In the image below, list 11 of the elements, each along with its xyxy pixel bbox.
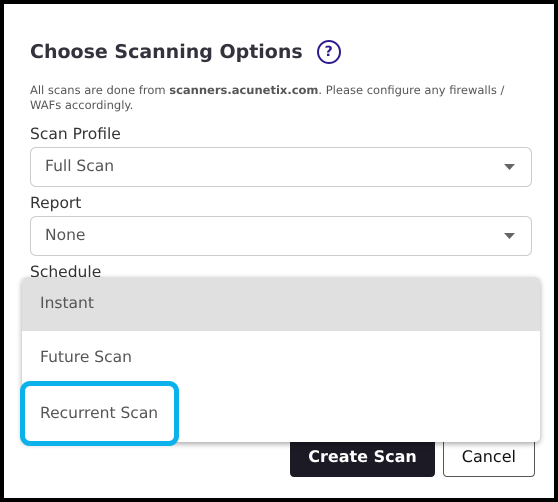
field-label: Report [30, 194, 82, 212]
dialog-title: Choose Scanning Options [30, 40, 303, 65]
help-icon[interactable]: ? [316, 40, 341, 64]
select-field[interactable]: None [30, 216, 532, 256]
select-field[interactable]: Full Scan [30, 146, 532, 187]
field-label: Scan Profile [30, 126, 122, 143]
info-text: All scans are done from scanners.acunetix.com. Please configure any firewalls / WAFs accordingly. [30, 82, 506, 114]
dropdown-option[interactable]: Instant [22, 277, 540, 331]
dropdown-option[interactable]: Future Scan [22, 331, 540, 385]
caret-icon [504, 164, 515, 170]
caret-icon [504, 232, 515, 239]
